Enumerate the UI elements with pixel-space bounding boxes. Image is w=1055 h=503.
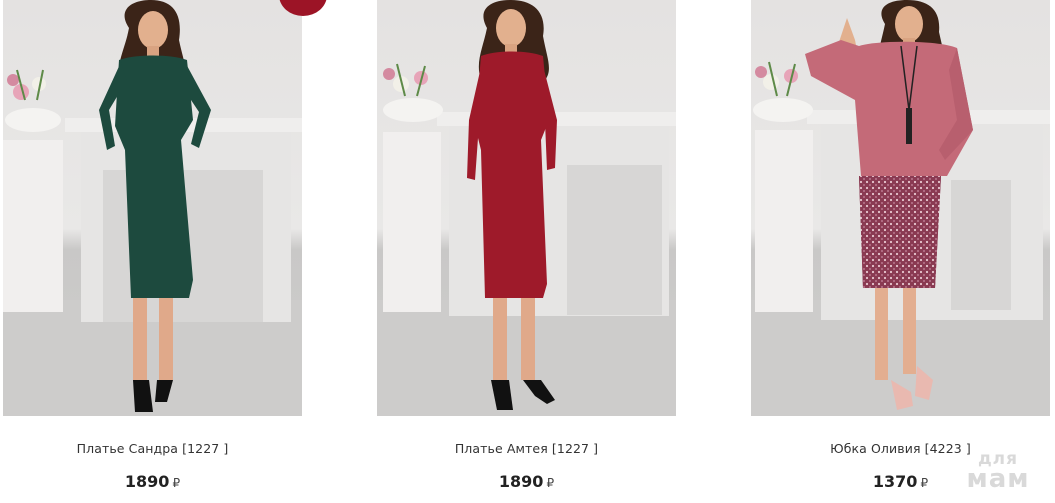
photo-illustration	[751, 0, 1050, 416]
product-card[interactable]: Юбка Оливия [4223 ] 1370 ₽	[751, 0, 1051, 503]
currency-icon: ₽	[920, 476, 929, 490]
product-name[interactable]: Платье Амтея [1227 ]	[377, 441, 676, 456]
product-photo[interactable]	[377, 0, 676, 416]
price-value: 1890	[498, 472, 544, 491]
price-value: 1370	[872, 472, 918, 491]
product-card[interactable]: Платье Сандра [1227 ] 1890 ₽	[3, 0, 327, 503]
currency-icon: ₽	[172, 476, 181, 490]
photo-illustration	[377, 0, 676, 416]
photo-illustration	[3, 0, 302, 416]
price-value: 1890	[124, 472, 170, 491]
product-photo[interactable]	[751, 0, 1050, 416]
product-grid: Платье Сандра [1227 ] 1890 ₽ Платье Амте…	[0, 0, 1055, 503]
product-price: 1890 ₽	[377, 472, 676, 491]
product-photo[interactable]	[3, 0, 302, 416]
currency-icon: ₽	[546, 476, 555, 490]
product-card[interactable]: Платье Амтея [1227 ] 1890 ₽	[377, 0, 677, 503]
watermark-logo: для мам	[955, 451, 1041, 494]
product-price: 1890 ₽	[3, 472, 302, 491]
product-name[interactable]: Платье Сандра [1227 ]	[3, 441, 302, 456]
watermark-line2: мам	[966, 463, 1030, 494]
